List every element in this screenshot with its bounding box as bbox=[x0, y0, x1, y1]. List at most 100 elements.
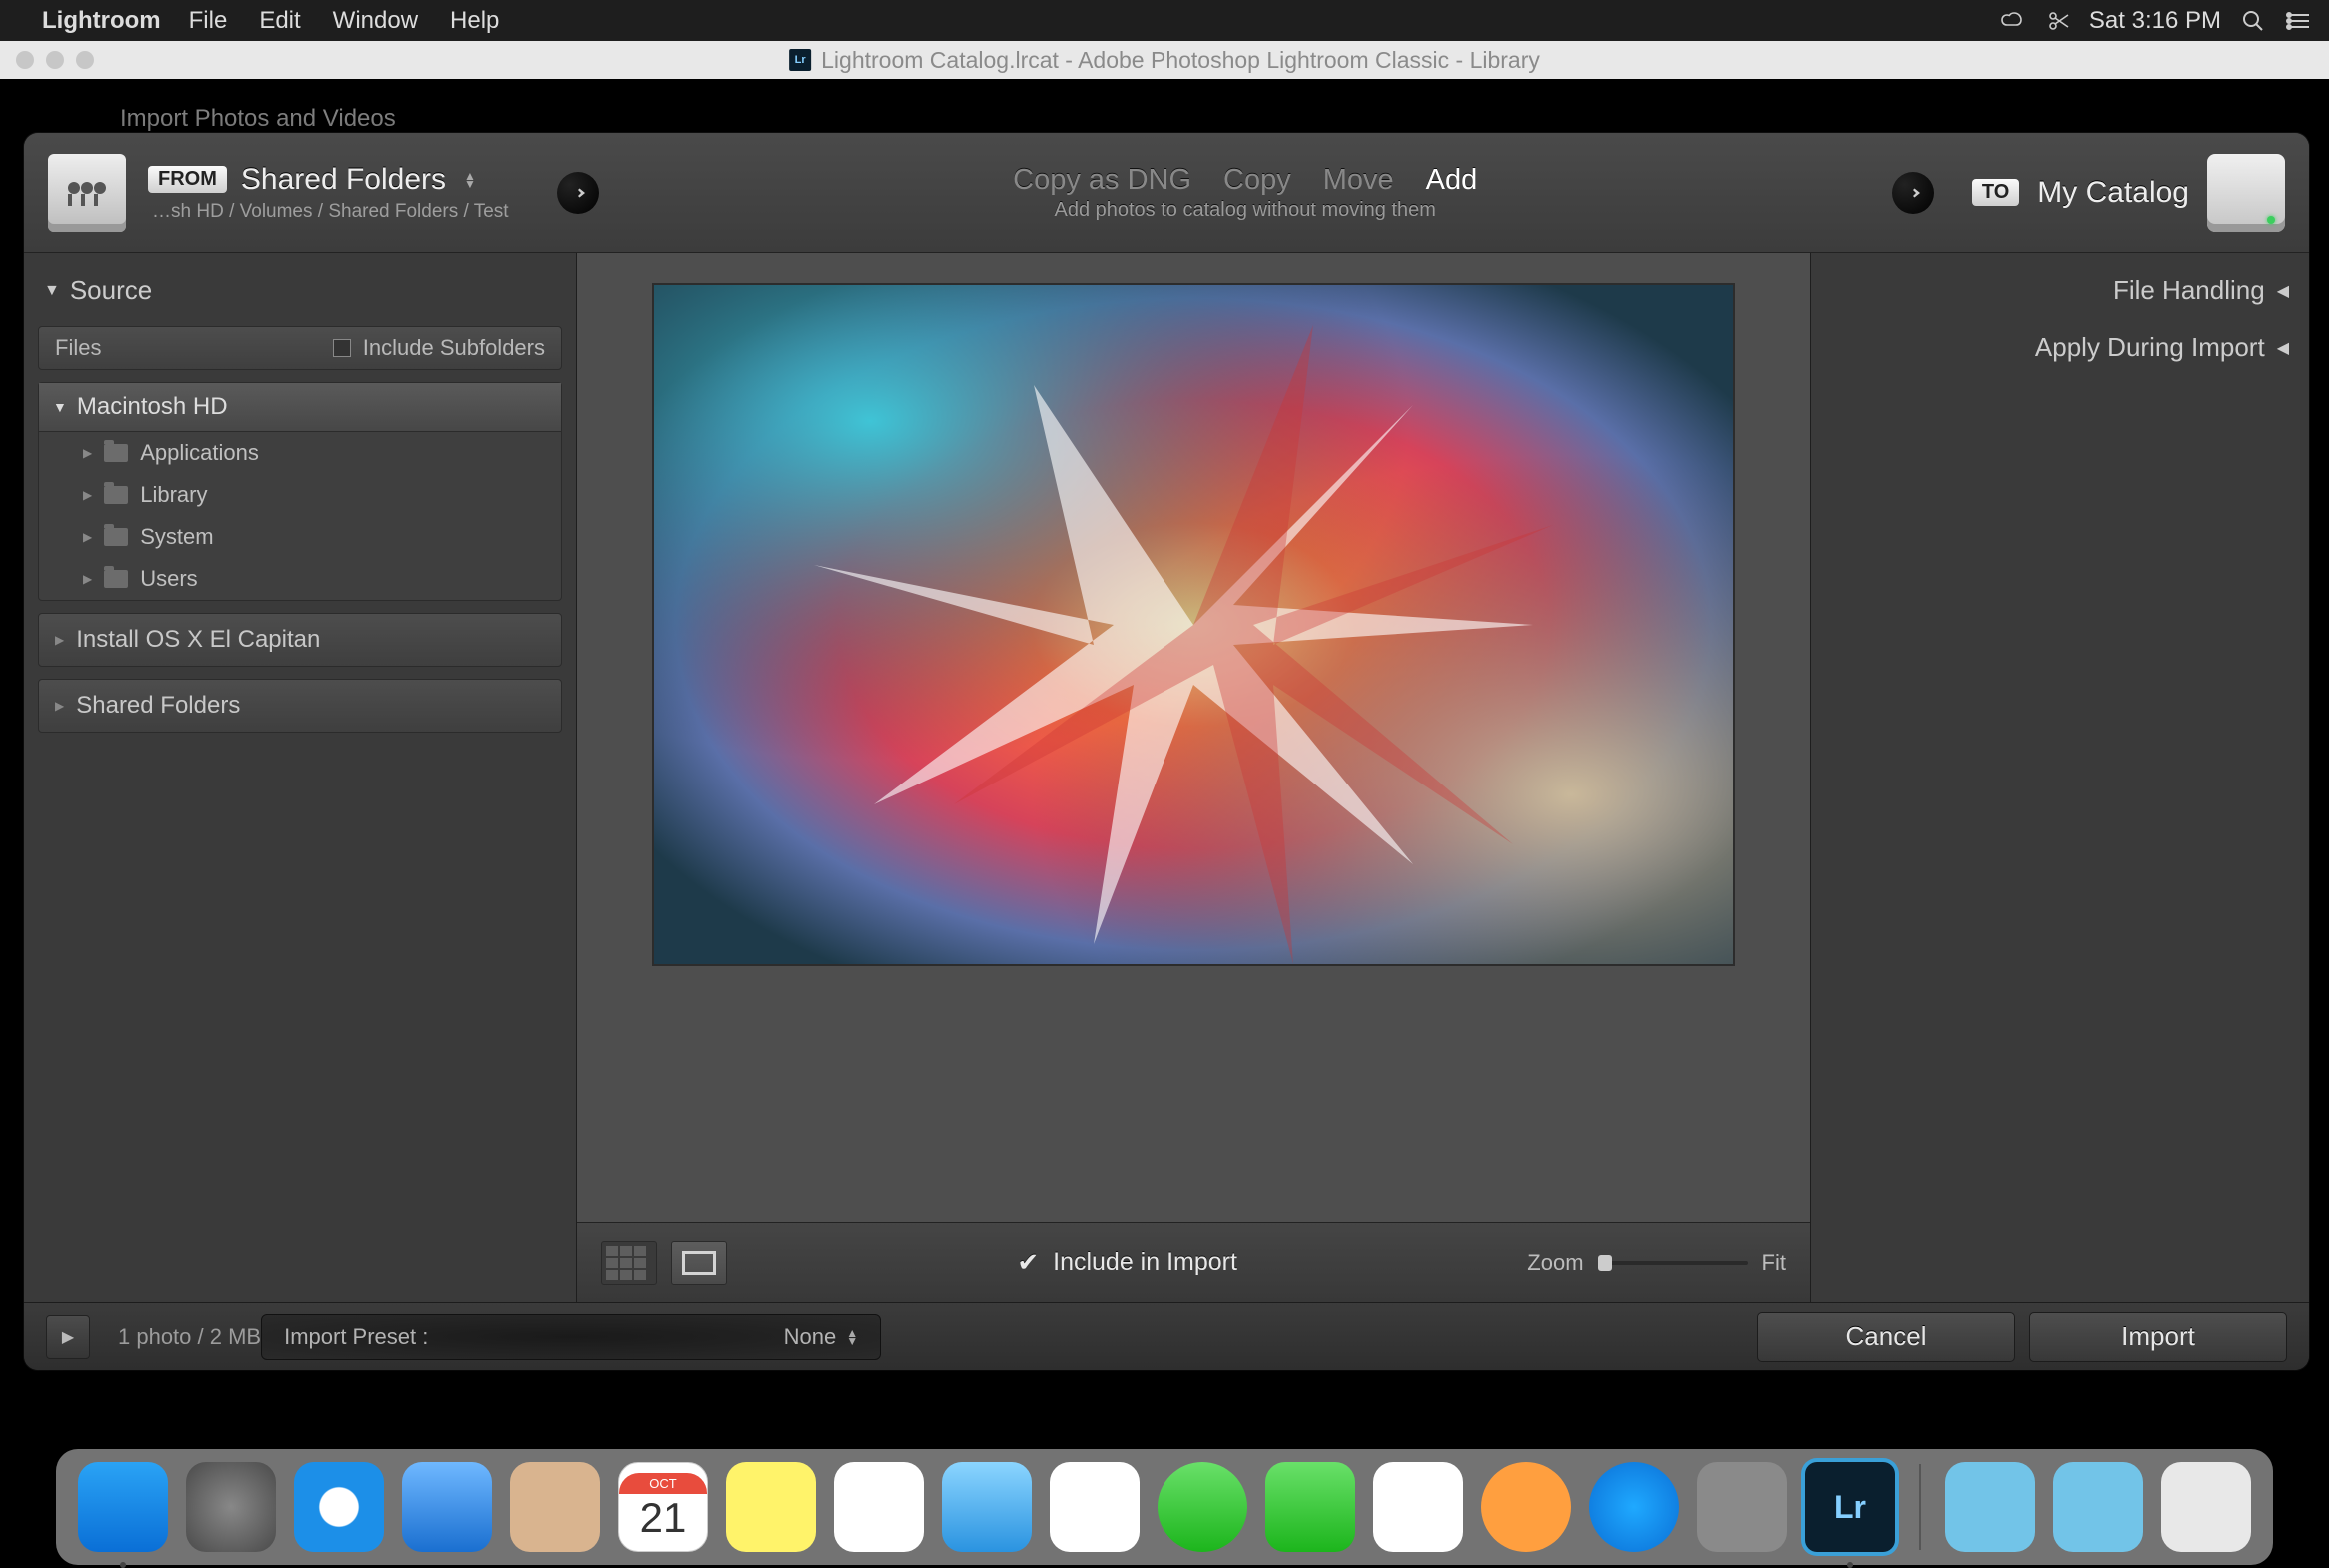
dock-system-preferences-icon[interactable] bbox=[1697, 1462, 1787, 1552]
dock-contacts-icon[interactable] bbox=[510, 1462, 600, 1552]
import-dialog: FROM Shared Folders ▲▼ …sh HD / Volumes … bbox=[24, 133, 2309, 1370]
dock: OCT21 Lr bbox=[56, 1449, 2273, 1565]
tree-root-macintosh-hd[interactable]: ▼ Macintosh HD bbox=[39, 383, 561, 432]
dock-finder-icon[interactable] bbox=[78, 1462, 168, 1552]
apply-during-import-panel-header[interactable]: Apply During Import ◀ bbox=[1825, 324, 2295, 371]
import-preset-dropdown[interactable]: Import Preset : None ▲▼ bbox=[261, 1314, 881, 1360]
disclosure-down-icon: ▼ bbox=[44, 282, 60, 300]
source-panel-header[interactable]: ▼ Source bbox=[38, 267, 562, 314]
dock-mail-icon[interactable] bbox=[402, 1462, 492, 1552]
zoom-slider[interactable] bbox=[1598, 1261, 1748, 1265]
from-source-dropdown[interactable]: Shared Folders bbox=[241, 163, 446, 197]
preview-toolbar: ✔ Include in Import Zoom Fit bbox=[577, 1222, 1810, 1302]
tree-item-library[interactable]: ▶ Library bbox=[39, 474, 561, 516]
file-handling-panel-header[interactable]: File Handling ◀ bbox=[1825, 267, 2295, 314]
disclosure-right-icon: ▶ bbox=[83, 488, 92, 502]
dock-launchpad-icon[interactable] bbox=[186, 1462, 276, 1552]
folder-icon bbox=[104, 444, 128, 462]
traffic-minimize[interactable] bbox=[46, 51, 64, 69]
dock-facetime-icon[interactable] bbox=[1265, 1462, 1355, 1552]
tree-item-applications[interactable]: ▶ Applications bbox=[39, 432, 561, 474]
traffic-close[interactable] bbox=[16, 51, 34, 69]
dock-notes-icon[interactable] bbox=[726, 1462, 816, 1552]
drive-label: Shared Folders bbox=[76, 692, 240, 720]
preset-label: Import Preset : bbox=[284, 1324, 428, 1350]
dock-messages-icon[interactable] bbox=[1158, 1462, 1247, 1552]
include-subfolders-checkbox[interactable] bbox=[333, 339, 351, 357]
photo-thumbnail[interactable] bbox=[654, 285, 1733, 964]
source-arrow-icon bbox=[557, 172, 599, 214]
window-title: Lightroom Catalog.lrcat - Adobe Photosho… bbox=[821, 47, 1540, 74]
scissors-icon[interactable] bbox=[2047, 9, 2071, 33]
tree-item-users[interactable]: ▶ Users bbox=[39, 558, 561, 600]
app-menu[interactable]: Lightroom bbox=[42, 7, 161, 35]
minimize-panel-button[interactable]: ▶ bbox=[46, 1315, 90, 1359]
window-titlebar: Lr Lightroom Catalog.lrcat - Adobe Photo… bbox=[0, 41, 2329, 79]
disclosure-left-icon: ◀ bbox=[2277, 338, 2289, 358]
calendar-month: OCT bbox=[619, 1473, 707, 1494]
dock-reminders-icon[interactable] bbox=[834, 1462, 924, 1552]
menu-help[interactable]: Help bbox=[450, 7, 499, 35]
menubar-clock[interactable]: Sat 3:16 PM bbox=[2089, 7, 2221, 35]
tree-item-label: Library bbox=[140, 482, 207, 508]
right-panel: File Handling ◀ Apply During Import ◀ bbox=[1811, 253, 2309, 1302]
disclosure-right-icon: ▶ bbox=[55, 699, 64, 713]
loupe-view-button[interactable] bbox=[671, 1241, 727, 1285]
tree-item-label: Users bbox=[140, 566, 197, 592]
mode-move[interactable]: Move bbox=[1323, 164, 1394, 197]
dock-downloads-folder-icon[interactable] bbox=[2053, 1462, 2143, 1552]
files-label: Files bbox=[55, 335, 101, 361]
include-in-import-label[interactable]: Include in Import bbox=[1053, 1248, 1237, 1277]
cancel-button[interactable]: Cancel bbox=[1757, 1312, 2015, 1362]
disclosure-right-icon: ▶ bbox=[83, 572, 92, 586]
import-header: FROM Shared Folders ▲▼ …sh HD / Volumes … bbox=[24, 133, 2309, 253]
dock-applications-folder-icon[interactable] bbox=[1945, 1462, 2035, 1552]
file-handling-label: File Handling bbox=[2113, 275, 2265, 306]
creative-cloud-icon[interactable] bbox=[1999, 11, 2027, 31]
spotlight-icon[interactable] bbox=[2241, 9, 2265, 33]
menu-window[interactable]: Window bbox=[333, 7, 418, 35]
to-badge: TO bbox=[1972, 179, 2019, 206]
dock-appstore-icon[interactable] bbox=[1589, 1462, 1679, 1552]
apply-during-import-label: Apply During Import bbox=[2035, 332, 2265, 363]
dock-divider bbox=[1919, 1464, 1921, 1550]
control-center-icon[interactable] bbox=[2285, 11, 2311, 31]
drive-install-osx[interactable]: ▶Install OS X El Capitan bbox=[38, 613, 562, 667]
source-drive-icon[interactable] bbox=[48, 154, 126, 232]
mode-subtitle: Add photos to catalog without moving the… bbox=[1054, 199, 1435, 222]
import-button[interactable]: Import bbox=[2029, 1312, 2287, 1362]
preset-value: None bbox=[784, 1324, 837, 1350]
dock-lightroom-icon[interactable]: Lr bbox=[1805, 1462, 1895, 1552]
dock-calendar-icon[interactable]: OCT21 bbox=[618, 1462, 708, 1552]
dock-photos-icon[interactable] bbox=[1050, 1462, 1140, 1552]
mode-copy-dng[interactable]: Copy as DNG bbox=[1013, 164, 1191, 197]
dock-itunes-icon[interactable] bbox=[1373, 1462, 1463, 1552]
mode-add[interactable]: Add bbox=[1426, 164, 1478, 197]
disclosure-right-icon: ▶ bbox=[83, 446, 92, 460]
tree-item-system[interactable]: ▶System bbox=[39, 516, 561, 558]
checkmark-icon[interactable]: ✔ bbox=[1017, 1247, 1039, 1278]
to-destination[interactable]: My Catalog bbox=[2037, 176, 2189, 210]
dock-safari-icon[interactable] bbox=[294, 1462, 384, 1552]
center-preview-area: ✔ Include in Import Zoom Fit bbox=[577, 253, 1811, 1302]
menu-file[interactable]: File bbox=[189, 7, 228, 35]
lightroom-doc-icon: Lr bbox=[789, 49, 811, 71]
grid-view-button[interactable] bbox=[601, 1241, 657, 1285]
tree-root-label: Macintosh HD bbox=[77, 393, 228, 421]
dock-maps-icon[interactable] bbox=[942, 1462, 1032, 1552]
menu-edit[interactable]: Edit bbox=[259, 7, 300, 35]
dock-area: OCT21 Lr bbox=[0, 1425, 2329, 1565]
dropdown-chevrons-icon[interactable]: ▲▼ bbox=[464, 172, 476, 188]
disclosure-down-icon: ▼ bbox=[53, 399, 67, 415]
traffic-zoom[interactable] bbox=[76, 51, 94, 69]
tree-item-label: Applications bbox=[140, 440, 259, 466]
folder-icon bbox=[104, 570, 128, 588]
drive-shared-folders[interactable]: ▶ Shared Folders bbox=[38, 679, 562, 733]
mode-copy[interactable]: Copy bbox=[1223, 164, 1291, 197]
left-panel: ▼ Source Files Include Subfolders ▼ Maci… bbox=[24, 253, 577, 1302]
dock-trash-icon[interactable] bbox=[2161, 1462, 2251, 1552]
from-badge: FROM bbox=[148, 166, 227, 193]
fit-label[interactable]: Fit bbox=[1762, 1250, 1786, 1276]
destination-drive-icon[interactable] bbox=[2207, 154, 2285, 232]
dock-ibooks-icon[interactable] bbox=[1481, 1462, 1571, 1552]
